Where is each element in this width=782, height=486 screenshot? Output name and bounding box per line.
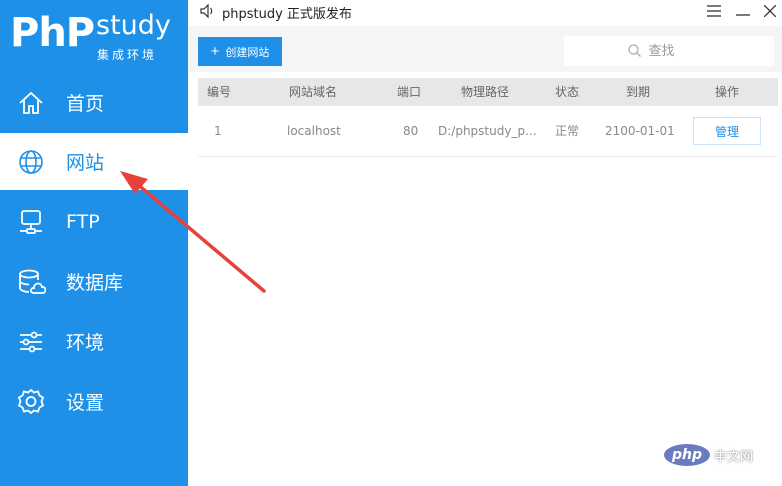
sidebar-item-label: 环境	[66, 332, 105, 354]
header-status: 状态	[555, 85, 580, 99]
create-website-button[interactable]: + 创建网站	[198, 37, 282, 66]
header-id: 编号	[207, 85, 232, 99]
sidebar-item-home[interactable]: 首页	[0, 74, 188, 131]
sidebar-item-settings[interactable]: 设置	[0, 373, 188, 430]
sidebar-item-label: 首页	[66, 93, 105, 115]
app-logo: PhP study 集成环境	[0, 0, 188, 72]
search-input[interactable]	[646, 42, 711, 60]
sidebar-item-database[interactable]: 数据库	[0, 253, 188, 310]
logo-subtitle: 集成环境	[97, 48, 158, 62]
sidebar-item-label: 设置	[66, 392, 105, 414]
header-action: 操作	[715, 85, 740, 99]
header-domain: 网站域名	[289, 85, 338, 99]
table-row: 1 localhost 80 D:/phpstudy_p... 正常 2100-…	[198, 106, 778, 157]
watermark-text: 中文网	[714, 449, 754, 465]
create-website-label: 创建网站	[225, 46, 270, 59]
watermark-logo: php	[664, 444, 710, 466]
logo-word: study	[96, 10, 171, 41]
cell-expiry: 2100-01-01	[605, 124, 675, 138]
cell-path: D:/phpstudy_p...	[438, 124, 537, 138]
window-title: phpstudy 正式版发布	[222, 7, 352, 22]
globe-icon	[16, 147, 46, 177]
header-expiry: 到期	[626, 85, 651, 99]
title-bar: phpstudy 正式版发布	[188, 0, 782, 24]
header-port: 端口	[397, 85, 422, 99]
speaker-icon[interactable]	[199, 3, 215, 23]
close-icon[interactable]	[760, 2, 780, 20]
search-icon	[627, 42, 641, 61]
search-box[interactable]	[564, 36, 774, 66]
watermark: php 中文网	[664, 442, 774, 468]
cell-id: 1	[214, 124, 222, 138]
home-icon	[16, 88, 46, 118]
sidebar-item-ftp[interactable]: FTP	[0, 193, 188, 250]
toolbar: + 创建网站	[188, 26, 782, 72]
sliders-icon	[16, 327, 46, 357]
sidebar: PhP study 集成环境 首页 网站 FTP 数据库 环境 设置	[0, 0, 188, 486]
sidebar-item-label: 数据库	[66, 272, 124, 294]
main-content: phpstudy 正式版发布 + 创建网站 编号 网站域名 端口 物理路径	[188, 0, 782, 486]
cell-domain: localhost	[287, 124, 341, 138]
sidebar-item-label: FTP	[66, 210, 100, 233]
sidebar-item-website[interactable]: 网站	[0, 133, 188, 190]
logo-mark: PhP	[10, 10, 95, 56]
server-icon	[16, 207, 46, 237]
sidebar-item-environment[interactable]: 环境	[0, 313, 188, 370]
gear-icon	[16, 387, 46, 417]
table-header: 编号 网站域名 端口 物理路径 状态 到期 操作	[198, 78, 778, 106]
website-table: 编号 网站域名 端口 物理路径 状态 到期 操作 1 localhost 80 …	[198, 78, 778, 486]
menu-icon[interactable]	[704, 2, 724, 20]
cell-status: 正常	[555, 124, 580, 138]
database-icon	[16, 267, 46, 297]
plus-icon: +	[210, 43, 220, 60]
cell-port: 80	[403, 124, 419, 138]
sidebar-item-label: 网站	[66, 152, 105, 174]
minimize-icon[interactable]	[733, 2, 753, 20]
header-path: 物理路径	[461, 85, 510, 99]
manage-button[interactable]: 管理	[693, 117, 761, 145]
